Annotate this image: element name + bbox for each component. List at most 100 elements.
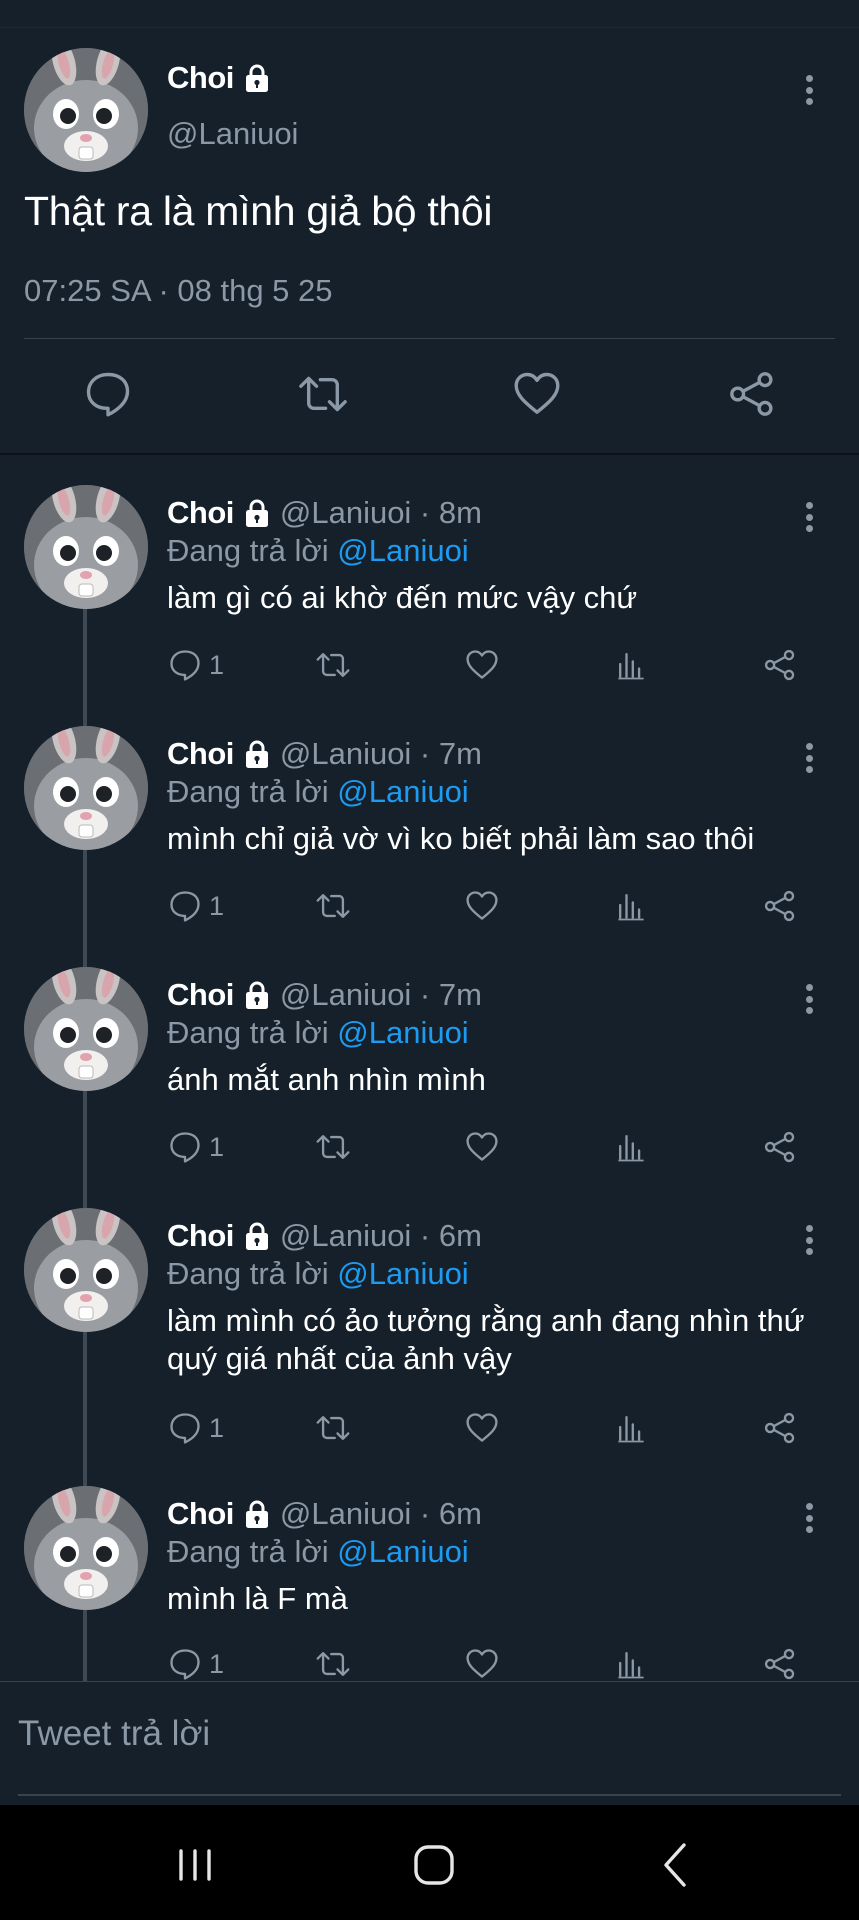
like-button[interactable] [464,1127,500,1167]
more-options-icon[interactable] [799,1222,819,1258]
author-name[interactable]: Choi [167,977,234,1013]
author-name[interactable]: Choi [167,736,234,772]
divider [24,338,835,339]
author-handle-time: @Laniuoi · 7m [279,977,482,1012]
retweet-button[interactable] [315,645,351,685]
replying-to: Đang trả lời @Laniuoi [167,1256,469,1292]
replying-prefix: Đang trả lời [167,1256,329,1291]
input-underline [18,1794,841,1796]
mention-link[interactable]: @Laniuoi [337,533,468,568]
reply-count: 1 [209,890,225,921]
share-icon [762,1646,798,1682]
heart-icon [464,1410,500,1446]
replying-to: Đang trả lời @Laniuoi [167,533,469,569]
more-options-icon[interactable] [799,1500,819,1536]
reply-tweet[interactable]: Choi @Laniuoi · 7m Đang trả lời @Laniuoi… [0,967,859,1197]
recent-apps-icon [179,1849,211,1881]
heart-icon [464,888,500,924]
reply-action-bar: 1 [167,1644,817,1684]
retweet-button[interactable] [315,1127,351,1167]
heart-icon [464,1129,500,1165]
avatar[interactable] [24,967,148,1091]
heart-icon [464,647,500,683]
reply-count: 1 [209,1131,225,1162]
share-button[interactable] [762,886,798,926]
reply-header: Choi @Laniuoi · 8m [167,495,482,531]
mention-link[interactable]: @Laniuoi [337,774,468,809]
share-button[interactable] [762,645,798,685]
mention-link[interactable]: @Laniuoi [337,1015,468,1050]
author-name[interactable]: Choi [167,1218,234,1254]
retweet-button[interactable] [315,886,351,926]
more-options-icon[interactable] [799,72,819,108]
stats-button[interactable] [613,1127,649,1167]
author-handle-time: @Laniuoi · 8m [279,495,482,530]
main-tweet: Choi @Laniuoi Thật ra là mình giả bộ thô… [0,28,859,453]
author-handle-time: @Laniuoi · 6m [279,1218,482,1253]
stats-icon [613,1646,649,1682]
back-button[interactable] [646,1835,706,1895]
share-button[interactable] [762,1127,798,1167]
stats-button[interactable] [613,1408,649,1448]
avatar[interactable] [24,485,148,609]
author-row[interactable]: Choi [167,60,272,96]
reply-header: Choi @Laniuoi · 6m [167,1496,482,1532]
like-button[interactable] [464,1408,500,1448]
more-options-icon[interactable] [799,499,819,535]
reply-input[interactable] [18,1704,838,1764]
reply-button[interactable]: 1 [167,1127,224,1167]
home-button[interactable] [404,1835,464,1895]
comment-icon [82,368,134,420]
comment-icon [167,1410,203,1446]
reply-button[interactable]: 1 [167,1644,224,1684]
reply-button[interactable] [82,368,134,420]
more-options-icon[interactable] [799,981,819,1017]
share-button[interactable] [726,368,778,420]
stats-icon [613,1410,649,1446]
stats-icon [613,1129,649,1165]
avatar[interactable] [24,48,148,172]
avatar[interactable] [24,1486,148,1610]
reply-button[interactable]: 1 [167,886,224,926]
reply-text: mình chỉ giả vờ vì ko biết phải làm sao … [167,821,755,856]
reply-tweet[interactable]: Choi @Laniuoi · 6m Đang trả lời @Laniuoi… [0,1208,859,1438]
reply-tweet[interactable]: Choi @Laniuoi · 7m Đang trả lời @Laniuoi… [0,726,859,956]
like-button[interactable] [464,1644,500,1684]
author-name[interactable]: Choi [167,1496,234,1532]
home-icon [414,1845,454,1885]
reply-header: Choi @Laniuoi · 7m [167,736,482,772]
replying-prefix: Đang trả lời [167,1015,329,1050]
mention-link[interactable]: @Laniuoi [337,1256,468,1291]
reply-action-bar: 1 [167,1408,817,1448]
retweet-icon [315,1410,351,1446]
reply-button[interactable]: 1 [167,645,224,685]
share-icon [726,368,778,420]
retweet-button[interactable] [315,1644,351,1684]
like-button[interactable] [511,368,563,420]
retweet-icon [315,888,351,924]
author-name: Choi [167,60,234,95]
avatar[interactable] [24,726,148,850]
recent-apps-button[interactable] [165,1835,225,1895]
reply-text: làm mình có ảo tưởng rằng anh đang nhìn … [167,1303,805,1376]
share-button[interactable] [762,1408,798,1448]
avatar[interactable] [24,1208,148,1332]
retweet-button[interactable] [315,1408,351,1448]
more-options-icon[interactable] [799,740,819,776]
reply-text: mình là F mà [167,1581,348,1616]
stats-button[interactable] [613,1644,649,1684]
share-icon [762,1129,798,1165]
share-button[interactable] [762,1644,798,1684]
comment-icon [167,1129,203,1165]
stats-button[interactable] [613,645,649,685]
stats-button[interactable] [613,886,649,926]
retweet-button[interactable] [297,368,349,420]
like-button[interactable] [464,886,500,926]
author-name[interactable]: Choi [167,495,234,531]
reply-button[interactable]: 1 [167,1408,224,1448]
retweet-icon [315,1646,351,1682]
stats-icon [613,888,649,924]
reply-tweet[interactable]: Choi @Laniuoi · 8m Đang trả lời @Laniuoi… [0,485,859,715]
like-button[interactable] [464,645,500,685]
mention-link[interactable]: @Laniuoi [337,1534,468,1569]
